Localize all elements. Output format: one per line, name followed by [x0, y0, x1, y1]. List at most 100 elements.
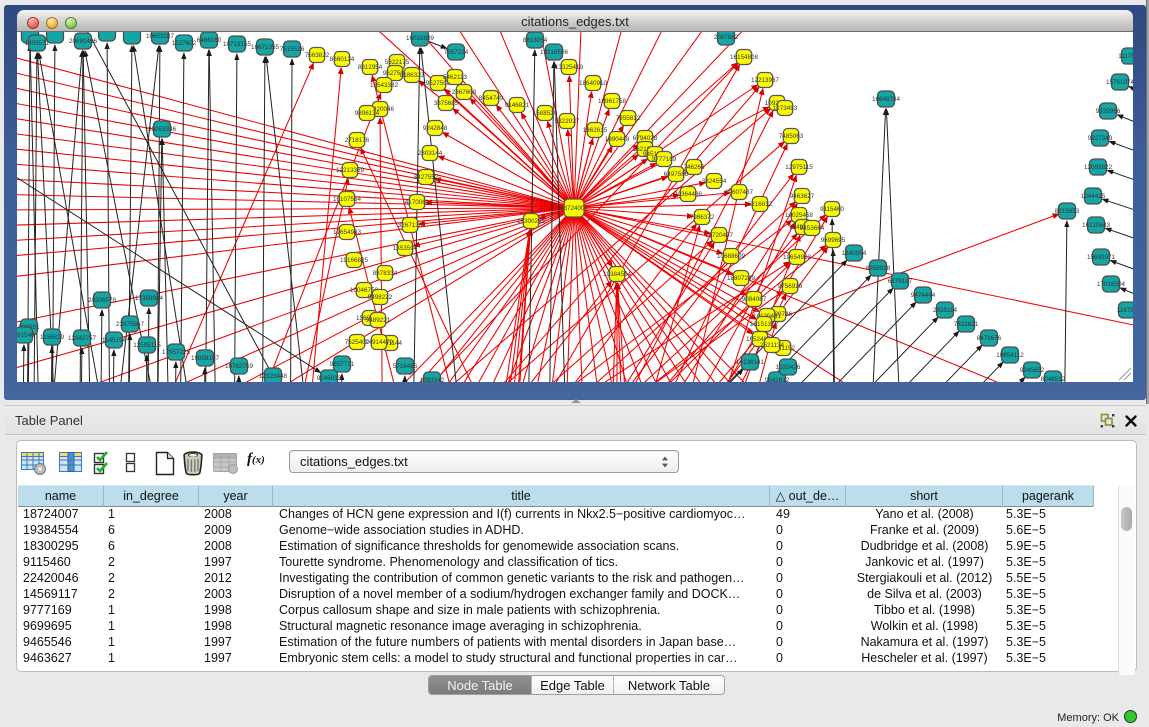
svg-text:2087682: 2087682 [714, 34, 739, 41]
svg-text:8427552: 8427552 [414, 174, 439, 181]
svg-text:7986372: 7986372 [690, 214, 715, 221]
svg-text:1990448: 1990448 [605, 136, 630, 143]
svg-text:19958107: 19958107 [191, 355, 220, 362]
svg-text:7515526: 7515526 [280, 46, 305, 53]
svg-text:18300295: 18300295 [517, 218, 546, 225]
svg-text:9777169: 9777169 [652, 156, 677, 163]
svg-text:10607487: 10607487 [725, 189, 754, 196]
svg-text:18724007: 18724007 [560, 205, 589, 212]
svg-text:16210643: 16210643 [1082, 222, 1111, 229]
svg-text:391540: 391540 [17, 332, 35, 339]
svg-text:10719155: 10719155 [223, 41, 252, 48]
svg-text:12323448: 12323448 [259, 373, 288, 380]
svg-text:9329966: 9329966 [1096, 108, 1121, 115]
svg-text:9463627: 9463627 [790, 193, 815, 200]
svg-text:6216012: 6216012 [748, 201, 773, 208]
svg-text:15720407: 15720407 [705, 232, 734, 239]
svg-text:1405571: 1405571 [25, 40, 50, 47]
svg-text:8046512: 8046512 [1041, 376, 1066, 382]
svg-text:9474444: 9474444 [911, 292, 936, 299]
svg-text:12093822: 12093822 [1084, 164, 1113, 171]
svg-text:16648784: 16648784 [872, 96, 901, 103]
svg-text:9146821: 9146821 [505, 102, 530, 109]
svg-text:9245652: 9245652 [1020, 367, 1045, 374]
svg-text:12213967: 12213967 [751, 77, 780, 84]
svg-text:12975115: 12975115 [785, 164, 813, 171]
svg-text:1145194: 1145194 [102, 337, 127, 344]
svg-text:2367608: 2367608 [452, 89, 477, 96]
svg-text:17957225: 17957225 [162, 349, 191, 356]
svg-text:1588520: 1588520 [533, 110, 558, 117]
svg-text:10688609: 10688609 [717, 253, 746, 260]
svg-text:17359924: 17359924 [135, 295, 164, 302]
svg-text:6879197: 6879197 [888, 278, 913, 285]
svg-text:18807249: 18807249 [727, 275, 756, 282]
svg-text:8215953: 8215953 [1055, 208, 1080, 215]
svg-text:9756928: 9756928 [778, 283, 803, 290]
svg-text:7955812: 7955812 [616, 115, 641, 122]
svg-text:5462113: 5462113 [443, 74, 468, 81]
svg-text:16033809: 16033809 [406, 35, 435, 42]
svg-text:20364436: 20364436 [674, 191, 703, 198]
svg-text:9042612: 9042612 [765, 377, 790, 382]
svg-text:20206578: 20206578 [88, 297, 117, 304]
svg-text:16543382: 16543382 [370, 82, 399, 89]
svg-text:7663822: 7663822 [305, 52, 330, 59]
svg-text:5716485: 5716485 [393, 363, 418, 370]
svg-text:19654983: 19654983 [333, 229, 362, 236]
svg-text:14914479: 14914479 [365, 339, 394, 346]
svg-text:116753: 116753 [1117, 307, 1133, 314]
svg-text:10654112: 10654112 [996, 352, 1024, 359]
svg-text:9699695: 9699695 [821, 237, 846, 244]
svg-text:14136141: 14136141 [736, 359, 765, 366]
svg-text:12505115: 12505115 [133, 342, 161, 349]
svg-text:9227349: 9227349 [1088, 135, 1113, 142]
svg-text:16782759: 16782759 [225, 363, 254, 370]
svg-text:9242848: 9242848 [423, 125, 448, 132]
svg-text:9498222: 9498222 [368, 294, 393, 301]
svg-text:8454749: 8454749 [479, 95, 504, 102]
svg-text:17016504: 17016504 [1097, 281, 1126, 288]
svg-text:1033426: 1033426 [776, 364, 801, 371]
svg-text:8878334: 8878334 [373, 270, 398, 277]
svg-text:3267130: 3267130 [398, 222, 423, 229]
svg-text:1362615: 1362615 [583, 127, 608, 134]
svg-text:19654923: 19654923 [783, 254, 812, 261]
svg-text:8186323: 8186323 [400, 72, 425, 79]
svg-text:10025458: 10025458 [785, 212, 814, 219]
svg-text:3875685: 3875685 [434, 100, 459, 107]
svg-text:1093342: 1093342 [420, 377, 445, 382]
svg-text:6497568: 6497568 [664, 171, 689, 178]
svg-text:8471676: 8471676 [977, 335, 1002, 342]
svg-text:16154808: 16154808 [730, 54, 759, 61]
svg-text:7632621: 7632621 [954, 321, 979, 328]
svg-text:8912954: 8912954 [358, 64, 383, 71]
svg-text:8660124: 8660124 [330, 56, 355, 63]
svg-text:12213369: 12213369 [336, 167, 365, 174]
svg-text:7357224: 7357224 [444, 49, 469, 56]
svg-text:16107554: 16107554 [333, 196, 362, 203]
svg-text:20691406: 20691406 [69, 38, 98, 45]
svg-text:16151372: 16151372 [750, 321, 779, 328]
svg-text:9657771: 9657771 [330, 361, 355, 368]
svg-text:8958928: 8958928 [866, 265, 891, 272]
svg-text:1527602: 1527602 [172, 40, 197, 47]
svg-text:20053346: 20053346 [148, 126, 177, 133]
svg-text:2935114: 2935114 [933, 307, 958, 314]
svg-text:9084067: 9084067 [742, 296, 767, 303]
svg-text:23975867: 23975867 [116, 321, 145, 328]
svg-text:18640910: 18640910 [579, 80, 608, 87]
svg-text:9896134: 9896134 [355, 110, 380, 117]
svg-text:7485063: 7485063 [779, 133, 804, 140]
svg-text:1156829: 1156829 [40, 334, 65, 341]
svg-text:2803144: 2803144 [418, 150, 443, 157]
svg-text:15751074: 15751074 [1106, 79, 1133, 86]
svg-text:1353594: 1353594 [393, 245, 418, 252]
svg-text:746266: 746266 [683, 164, 705, 171]
svg-text:2718176: 2718176 [345, 137, 370, 144]
svg-text:12342757: 12342757 [68, 335, 97, 342]
svg-text:9453664: 9453664 [800, 225, 825, 232]
svg-text:8813054: 8813054 [523, 37, 548, 44]
svg-text:13325419: 13325419 [555, 64, 584, 71]
svg-text:19218506: 19218506 [540, 49, 569, 56]
